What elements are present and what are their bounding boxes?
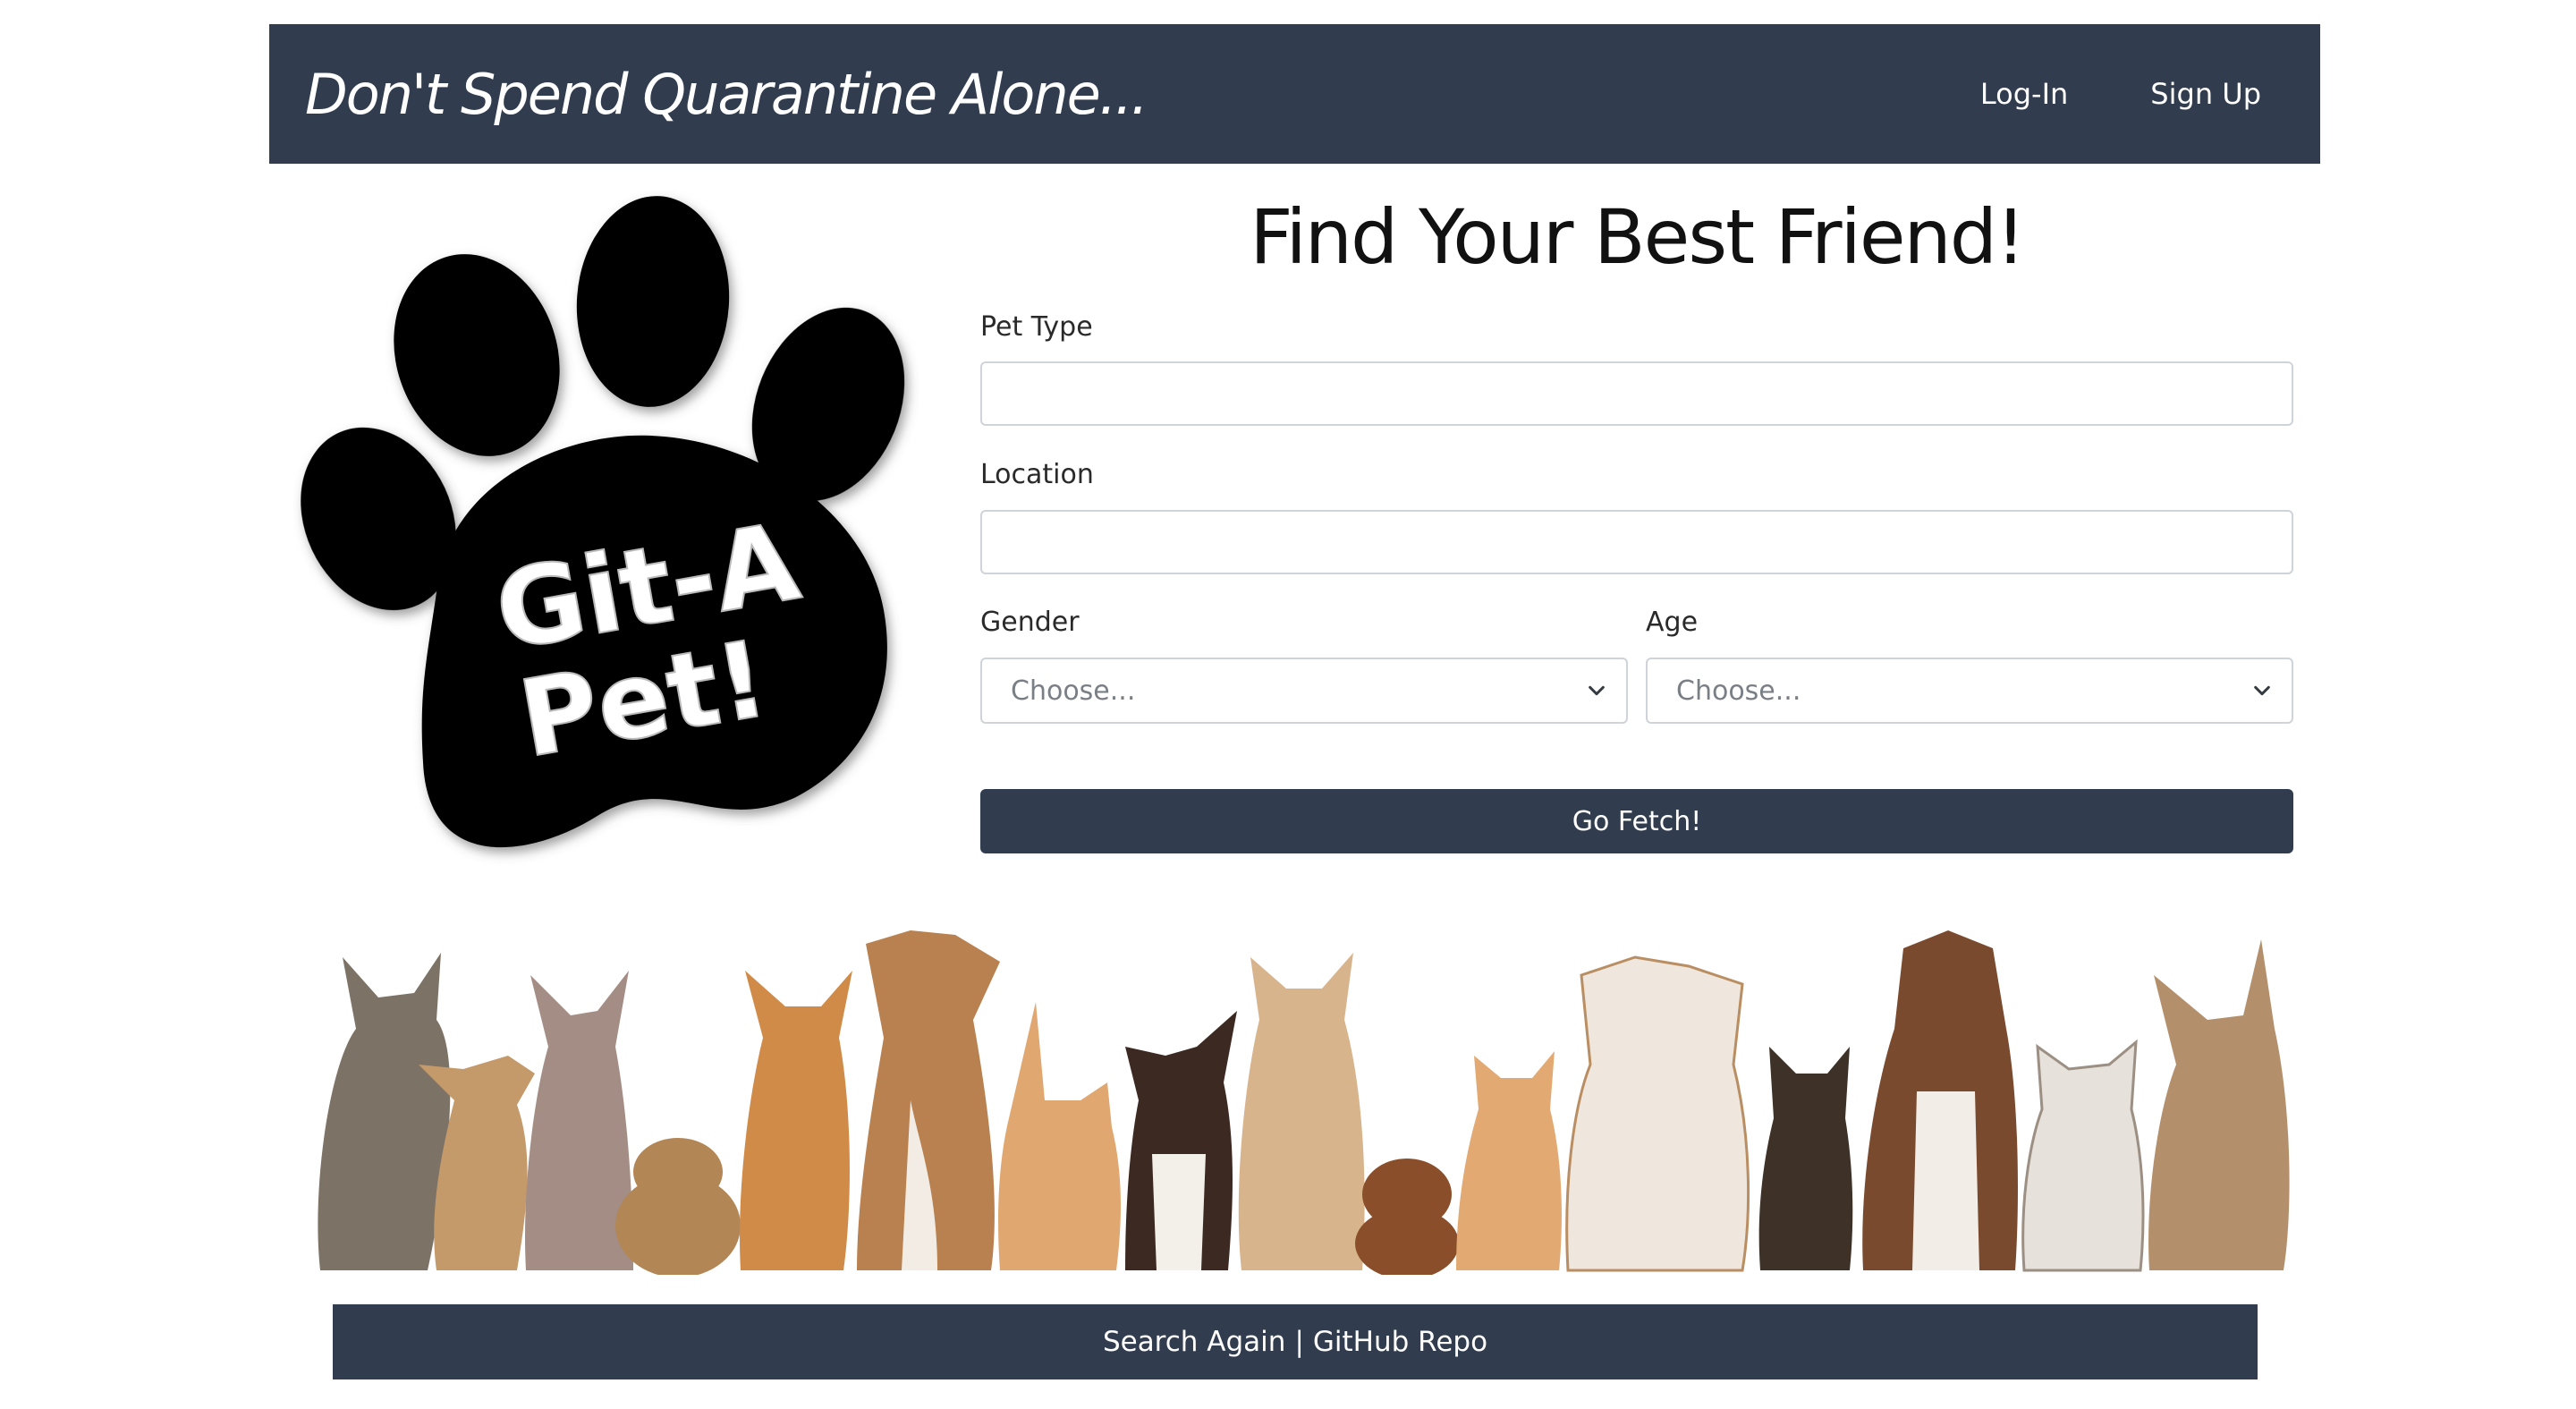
git-a-pet-logo: Git-A Pet! <box>301 196 905 848</box>
tortie-kitten-icon <box>1758 1047 1853 1270</box>
age-select[interactable]: Choose... <box>1646 658 2293 724</box>
navbar: Don't Spend Quarantine Alone... Log-In S… <box>269 24 2320 164</box>
signup-link[interactable]: Sign Up <box>2150 77 2261 111</box>
bulldog-icon <box>1565 955 1750 1272</box>
go-fetch-button[interactable]: Go Fetch! <box>980 789 2293 853</box>
search-form: Find Your Best Friend! Pet Type Location… <box>980 179 2293 853</box>
chihuahua-dog-icon <box>1125 1011 1237 1270</box>
ginger-kitten-icon <box>1456 1051 1562 1270</box>
chevron-down-icon <box>2254 685 2270 696</box>
footer: Search Again | GitHub Repo <box>333 1304 2258 1379</box>
basset-hound-icon <box>1862 930 2018 1270</box>
gender-label: Gender <box>980 607 1080 638</box>
tabby-cat-icon <box>318 953 451 1270</box>
pet-type-input[interactable] <box>980 361 2293 426</box>
puppy-icon <box>1355 1159 1459 1275</box>
french-bulldog-icon <box>2148 939 2290 1270</box>
location-label: Location <box>980 459 1094 490</box>
pekingese-dog-icon <box>615 1138 741 1275</box>
login-link[interactable]: Log-In <box>1980 77 2068 111</box>
cream-cat-icon <box>1238 953 1365 1270</box>
nav-links: Log-In Sign Up <box>1980 77 2261 111</box>
pet-type-label: Pet Type <box>980 311 1093 343</box>
persian-cat-icon <box>2021 1039 2145 1272</box>
github-repo-link[interactable]: GitHub Repo <box>1313 1326 1487 1358</box>
page: Don't Spend Quarantine Alone... Log-In S… <box>0 0 2576 1409</box>
chevron-down-icon <box>1589 685 1605 696</box>
location-input[interactable] <box>980 510 2293 574</box>
search-again-link[interactable]: Search Again <box>1103 1326 1286 1358</box>
age-label: Age <box>1646 607 1699 638</box>
brand-title[interactable]: Don't Spend Quarantine Alone... <box>305 62 1148 127</box>
footer-separator: | <box>1294 1326 1304 1358</box>
beagle-dog-icon <box>857 930 1000 1270</box>
exotic-cat-icon <box>998 1002 1121 1270</box>
orange-cat-icon <box>740 971 852 1270</box>
age-select-value: Choose... <box>1676 675 1801 707</box>
page-title: Find Your Best Friend! <box>1250 193 2026 281</box>
gender-select-value: Choose... <box>1011 675 1136 707</box>
pets-lineup-image <box>318 930 2290 1275</box>
gender-select[interactable]: Choose... <box>980 658 1628 724</box>
